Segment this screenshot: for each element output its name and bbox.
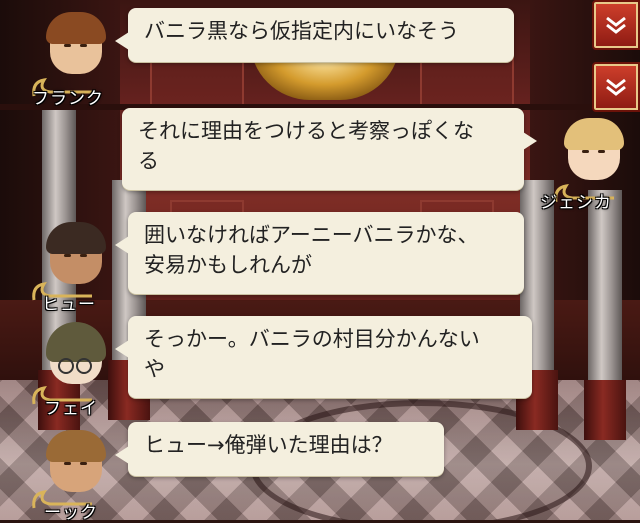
speech-bubble: 囲いなければアーニーバニラかな、 安易かもしれんが xyxy=(115,212,524,294)
collapse-log-button[interactable] xyxy=(592,0,640,50)
speech-bubble: ヒュー→俺弾いた理由は？ xyxy=(115,422,444,476)
chevron-double-down-icon xyxy=(606,16,626,34)
speaker-name: フランク xyxy=(32,89,104,109)
speech-bubble: そっかー。バニラの村目分かんない や xyxy=(115,316,532,398)
message-text: 安易かもしれんが xyxy=(144,253,312,277)
message-text: ヒュー→俺弾いた理由は？ xyxy=(144,433,393,457)
message-text: それに理由をつけると考察っぽくな xyxy=(138,119,474,143)
message-text: そっかー。バニラの村目分かんない xyxy=(144,327,480,351)
message-text: る xyxy=(138,149,159,173)
speaker-name: ヒュー xyxy=(42,295,96,315)
scroll-down-button[interactable] xyxy=(592,62,640,112)
message-text: バニラ黒なら仮指定内にいなそう xyxy=(144,19,459,43)
speaker-name: フェイ xyxy=(44,399,98,419)
pillar-base xyxy=(584,380,626,440)
speaker-name: ジェシカ xyxy=(540,193,612,213)
speech-bubble: バニラ黒なら仮指定内にいなそう xyxy=(115,8,514,62)
message-text: 囲いなければアーニーバニラかな、 xyxy=(144,223,479,247)
pillar xyxy=(588,190,622,400)
speaker-name: ーック xyxy=(44,503,98,523)
chevron-double-down-icon xyxy=(606,78,626,96)
message-text: や xyxy=(144,357,165,381)
speech-bubble: それに理由をつけると考察っぽくな る xyxy=(122,108,537,190)
